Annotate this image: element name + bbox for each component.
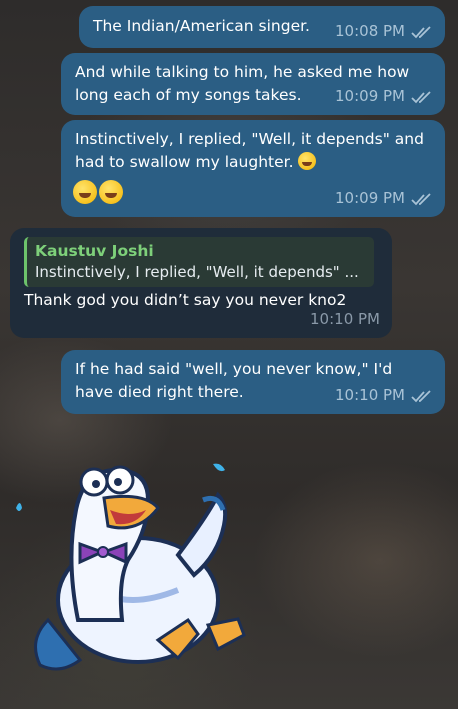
message-text: Thank god you didn’t say you never kno2 <box>24 291 347 309</box>
message-time: 10:10 PM <box>335 386 405 404</box>
message-bubble-outgoing[interactable]: Instinctively, I replied, "Well, it depe… <box>61 120 445 217</box>
message-bubble-outgoing[interactable]: The Indian/American singer. 10:08 PM <box>79 6 445 48</box>
face-with-hand-over-mouth-icon <box>99 180 123 204</box>
reply-quoted-text: Instinctively, I replied, "Well, it depe… <box>35 263 359 281</box>
message-meta: 10:10 PM <box>310 308 380 331</box>
message-meta: 10:09 PM <box>335 85 433 108</box>
message-time: 10:09 PM <box>335 87 405 105</box>
message-bubble-incoming[interactable]: Kaustuv Joshi Instinctively, I replied, … <box>10 228 392 338</box>
read-checkmarks-icon <box>411 90 431 103</box>
message-text-block: Instinctively, I replied, "Well, it depe… <box>75 128 431 174</box>
message-time: 10:09 PM <box>335 189 405 207</box>
message-time: 10:10 PM <box>310 310 380 328</box>
message-text: Instinctively, I replied, "Well, it depe… <box>75 130 424 171</box>
laughing-goose-sticker[interactable] <box>8 440 278 695</box>
message-time: 10:08 PM <box>335 22 405 40</box>
read-checkmarks-icon <box>411 389 431 402</box>
message-meta: 10:10 PM <box>335 384 433 407</box>
reply-sender-name: Kaustuv Joshi <box>35 242 154 260</box>
message-bubble-outgoing[interactable]: If he had said "well, you never know," I… <box>61 350 445 414</box>
message-meta: 10:08 PM <box>335 20 433 43</box>
message-meta: 10:09 PM <box>335 187 433 210</box>
rolling-on-floor-laughing-icon <box>73 180 97 204</box>
reactions-row[interactable] <box>73 180 123 204</box>
message-text: The Indian/American singer. <box>93 17 310 35</box>
read-checkmarks-icon <box>411 25 431 38</box>
rolling-on-floor-laughing-icon <box>298 152 317 170</box>
read-checkmarks-icon <box>411 192 431 205</box>
message-bubble-outgoing[interactable]: And while talking to him, he asked me ho… <box>61 53 445 115</box>
reply-quote[interactable]: Kaustuv Joshi Instinctively, I replied, … <box>24 237 374 287</box>
